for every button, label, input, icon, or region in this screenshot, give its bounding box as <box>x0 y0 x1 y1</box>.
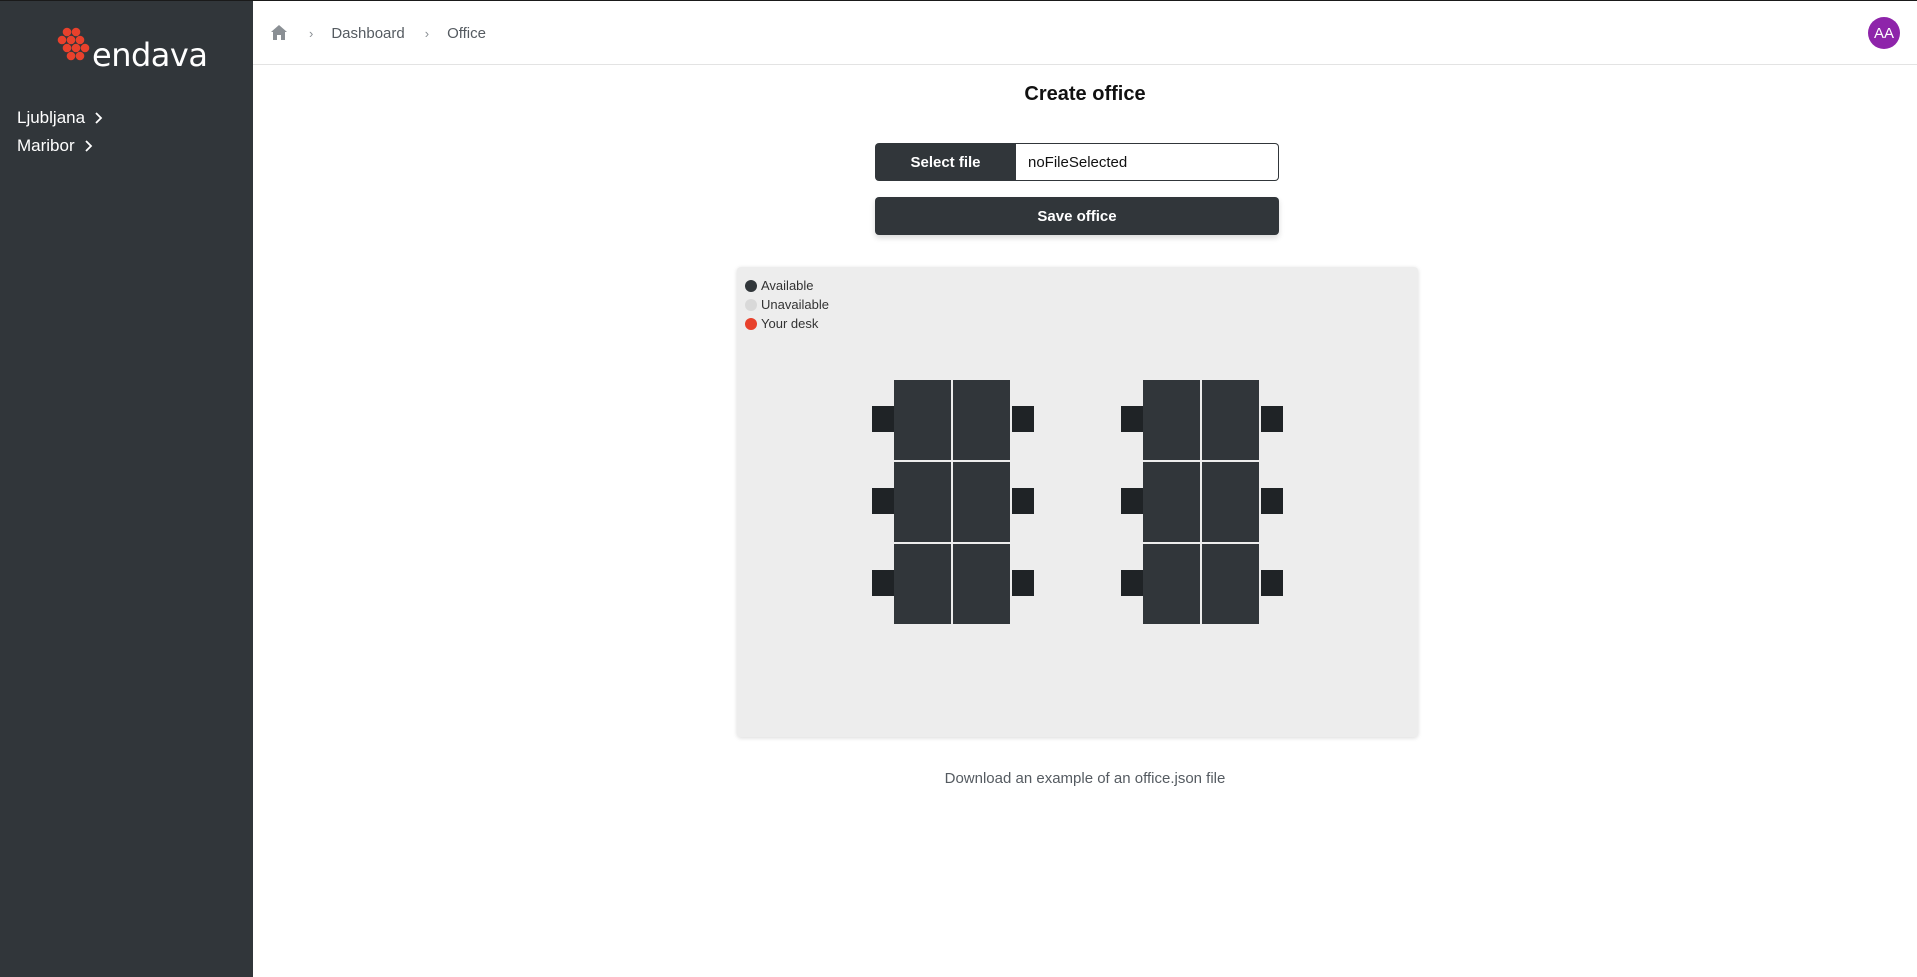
desk[interactable] <box>1143 544 1200 624</box>
file-picker: Select file noFileSelected <box>875 143 1279 181</box>
sidebar: endava Ljubljana Maribor <box>0 1 253 977</box>
home-icon[interactable] <box>269 23 289 43</box>
available-dot-icon <box>745 279 757 292</box>
chair[interactable] <box>872 570 894 596</box>
file-name-field[interactable]: noFileSelected <box>1016 143 1279 181</box>
save-office-button[interactable]: Save office <box>875 197 1279 235</box>
chair[interactable] <box>1261 488 1283 514</box>
office-map: Available Unavailable Your desk <box>737 267 1418 737</box>
chair[interactable] <box>872 406 894 432</box>
breadcrumb-separator-icon: › <box>309 25 314 41</box>
chevron-right-icon <box>84 140 92 152</box>
your-desk-dot-icon <box>745 317 757 330</box>
desk[interactable] <box>953 462 1010 542</box>
avatar[interactable]: AA <box>1868 17 1900 49</box>
breadcrumb-separator-icon: › <box>424 25 430 41</box>
desk[interactable] <box>1143 462 1200 542</box>
desk[interactable] <box>894 380 951 460</box>
sidebar-item-label: Maribor <box>17 136 75 155</box>
chair[interactable] <box>1012 406 1034 432</box>
chair[interactable] <box>1261 570 1283 596</box>
desk[interactable] <box>1143 380 1200 460</box>
breadcrumb-dashboard[interactable]: Dashboard <box>331 25 404 42</box>
endava-logo[interactable]: endava <box>56 25 216 75</box>
chevron-right-icon <box>95 112 103 124</box>
sidebar-item-ljubljana[interactable]: Ljubljana <box>17 108 105 128</box>
chair[interactable] <box>1261 406 1283 432</box>
legend-label: Your desk <box>761 316 819 331</box>
logo-wordmark: endava <box>92 36 208 74</box>
desk[interactable] <box>894 462 951 542</box>
legend-item-your-desk: Your desk <box>745 314 829 333</box>
chair[interactable] <box>1012 570 1034 596</box>
desk[interactable] <box>894 544 951 624</box>
legend-item-unavailable: Unavailable <box>745 295 829 314</box>
unavailable-dot-icon <box>745 298 757 311</box>
chair[interactable] <box>1121 488 1143 514</box>
desk[interactable] <box>953 380 1010 460</box>
select-file-button[interactable]: Select file <box>875 143 1016 181</box>
desk[interactable] <box>1202 544 1259 624</box>
download-example-link[interactable]: Download an example of an office.json fi… <box>253 770 1917 787</box>
chair[interactable] <box>1012 488 1034 514</box>
sidebar-item-maribor[interactable]: Maribor <box>17 136 95 156</box>
chair[interactable] <box>872 488 894 514</box>
breadcrumb-office[interactable]: Office <box>447 25 486 42</box>
top-bar: › Dashboard › Office AA <box>253 1 1917 65</box>
chair[interactable] <box>1121 406 1143 432</box>
breadcrumb: › Dashboard › Office <box>269 23 486 43</box>
page-title: Create office <box>1024 83 1146 105</box>
legend-label: Unavailable <box>761 297 829 312</box>
desk[interactable] <box>1202 380 1259 460</box>
legend-item-available: Available <box>745 276 829 295</box>
legend: Available Unavailable Your desk <box>745 276 829 333</box>
legend-label: Available <box>761 278 814 293</box>
desk[interactable] <box>953 544 1010 624</box>
sidebar-item-label: Ljubljana <box>17 108 86 127</box>
desk[interactable] <box>1202 462 1259 542</box>
chair[interactable] <box>1121 570 1143 596</box>
